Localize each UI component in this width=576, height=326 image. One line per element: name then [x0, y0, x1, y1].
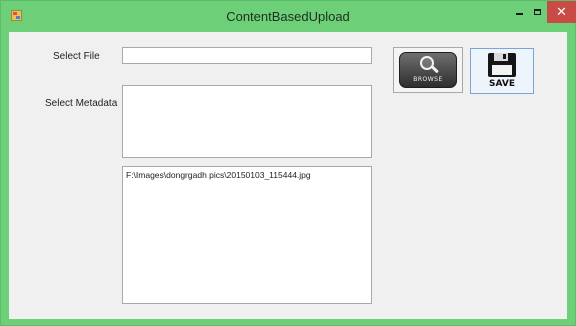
maximize-icon [533, 9, 541, 15]
floppy-shutter [494, 53, 508, 61]
floppy-disk-icon [488, 53, 516, 77]
minimize-icon [515, 13, 523, 15]
title-bar[interactable]: ContentBasedUpload ✕ [1, 1, 576, 32]
browse-button-face: BROWSE [399, 52, 457, 88]
magnifier-handle [431, 65, 439, 74]
minimize-button[interactable] [510, 1, 528, 23]
select-file-input[interactable] [122, 47, 372, 64]
metadata-textarea[interactable] [122, 85, 372, 158]
file-path-textarea[interactable]: F:\Images\dongrgadh pics\20150103_115444… [122, 166, 372, 304]
save-button-label: SAVE [489, 79, 515, 89]
select-file-label: Select File [53, 51, 100, 62]
floppy-label-area [492, 65, 512, 75]
window-title: ContentBasedUpload [226, 9, 350, 24]
browse-button[interactable]: BROWSE [393, 47, 463, 93]
close-button[interactable]: ✕ [547, 1, 576, 23]
save-button[interactable]: SAVE [470, 48, 534, 94]
close-icon: ✕ [556, 4, 567, 20]
app-window: ContentBasedUpload ✕ Select File Select … [0, 0, 576, 326]
form-client-area: Select File Select Metadata F:\Images\do… [9, 32, 567, 319]
select-metadata-label: Select Metadata [45, 98, 118, 109]
browse-button-label: BROWSE [413, 76, 443, 83]
maximize-button[interactable] [528, 1, 546, 23]
